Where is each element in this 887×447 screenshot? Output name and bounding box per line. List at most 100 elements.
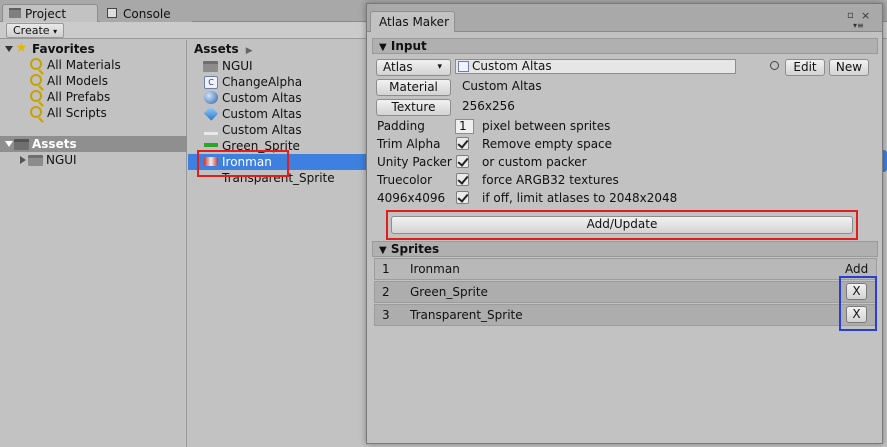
favorite-item-label: All Materials: [47, 58, 121, 72]
tab-console-label: Console: [123, 7, 171, 21]
padding-label: Padding: [377, 119, 425, 133]
chevron-down-icon: ▾: [53, 27, 58, 36]
sprite-row: 2 Green_Sprite X: [374, 281, 877, 303]
padding-desc: pixel between sprites: [482, 119, 611, 133]
folder-icon: [28, 155, 43, 166]
material-button[interactable]: Material: [376, 79, 451, 96]
sprite-index: 1: [382, 262, 390, 276]
folder-tree-item[interactable]: NGUI: [0, 152, 187, 168]
texture-value: 256x256: [462, 99, 515, 113]
atlas-asset-icon: [458, 61, 469, 72]
atlas-dropdown[interactable]: Atlas ▾: [376, 59, 451, 76]
collapse-arrow-icon: ▼: [379, 42, 387, 53]
favorite-item[interactable]: All Materials: [0, 57, 187, 73]
sprite-name: Transparent_Sprite: [410, 308, 523, 322]
atlas-maker-title: Atlas Maker: [379, 15, 450, 29]
size-4096-label: 4096x4096: [377, 191, 446, 205]
material-icon: [204, 91, 218, 104]
create-dropdown[interactable]: Create ▾: [6, 23, 65, 38]
create-label: Create: [13, 24, 50, 37]
sprite-index: 3: [382, 308, 390, 322]
highlight-box: [839, 276, 877, 331]
console-icon: [107, 8, 117, 18]
asset-item-label: NGUI: [222, 59, 253, 73]
breadcrumb[interactable]: Assets ▶: [194, 41, 253, 57]
folder-tree: ★ Favorites All Materials All Models All…: [0, 40, 187, 447]
trim-alpha-desc: Remove empty space: [482, 137, 613, 151]
favorite-item[interactable]: All Scripts: [0, 105, 187, 121]
trim-alpha-label: Trim Alpha: [377, 137, 441, 151]
atlas-object-field[interactable]: Custom Altas: [455, 59, 736, 74]
search-icon: [30, 106, 42, 118]
folder-tree-item-label: NGUI: [46, 153, 77, 167]
search-icon: [30, 58, 42, 70]
tab-project-label: Project: [25, 7, 67, 21]
input-section-label: Input: [390, 39, 427, 53]
sprites-section-header[interactable]: ▼ Sprites: [372, 241, 878, 257]
favorite-item[interactable]: All Prefabs: [0, 89, 187, 105]
folder-icon: [203, 61, 218, 72]
collapse-arrow-icon: ▼: [379, 245, 387, 256]
sprite-name: Green_Sprite: [410, 285, 488, 299]
sprite-row: 3 Transparent_Sprite X: [374, 304, 877, 326]
padding-value: 1: [459, 119, 467, 133]
unity-packer-desc: or custom packer: [482, 155, 587, 169]
favorite-item-label: All Prefabs: [47, 90, 111, 104]
sprite-row: 1 Ironman Add: [374, 258, 877, 280]
tab-atlas-maker[interactable]: Atlas Maker: [370, 11, 455, 32]
folder-icon: [9, 8, 21, 18]
new-button-label: New: [835, 60, 863, 74]
unity-packer-label: Unity Packer: [377, 155, 452, 169]
highlight-box: [197, 150, 289, 177]
new-button[interactable]: New: [829, 59, 869, 76]
material-button-label: Material: [389, 80, 438, 94]
object-picker-icon[interactable]: [770, 61, 779, 70]
unity-packer-checkbox[interactable]: [456, 155, 469, 168]
material-value: Custom Altas: [462, 79, 542, 93]
size-4096-desc: if off, limit atlases to 2048x2048: [482, 191, 678, 205]
favorites-header[interactable]: ★ Favorites: [0, 40, 187, 57]
highlight-box: [386, 210, 858, 240]
expand-arrow-icon[interactable]: [5, 141, 13, 147]
menu-icon[interactable]: ▾≡: [853, 21, 864, 30]
search-icon: [30, 90, 42, 102]
collapse-arrow-icon[interactable]: [20, 156, 26, 164]
chevron-down-icon: ▾: [437, 62, 442, 72]
truecolor-label: Truecolor: [377, 173, 433, 187]
breadcrumb-label: Assets: [194, 42, 239, 56]
asset-item-label: Custom Altas: [222, 107, 302, 121]
truecolor-checkbox[interactable]: [456, 173, 469, 186]
asset-item-label: Custom Altas: [222, 91, 302, 105]
tab-project[interactable]: Project: [2, 4, 98, 22]
trim-alpha-checkbox[interactable]: [456, 137, 469, 150]
texture-button[interactable]: Texture: [376, 99, 451, 116]
sprite-name: Ironman: [410, 262, 460, 276]
edit-button-label: Edit: [793, 60, 817, 74]
maximize-icon[interactable]: ▫: [847, 10, 854, 21]
favorite-item[interactable]: All Models: [0, 73, 187, 89]
truecolor-desc: force ARGB32 textures: [482, 173, 619, 187]
input-section-header[interactable]: ▼ Input: [372, 38, 878, 54]
expand-arrow-icon[interactable]: [5, 46, 13, 52]
sprites-section-label: Sprites: [390, 242, 440, 256]
edit-button[interactable]: Edit: [785, 59, 825, 76]
atlas-dropdown-label: Atlas: [383, 60, 413, 74]
script-icon: C: [204, 76, 218, 89]
sprite-index: 2: [382, 285, 390, 299]
texture-icon: [204, 143, 218, 147]
padding-input[interactable]: 1: [455, 119, 474, 134]
favorites-label: Favorites: [32, 42, 95, 56]
favorite-item-label: All Scripts: [47, 106, 107, 120]
texture-button-label: Texture: [391, 100, 436, 114]
assets-root[interactable]: Assets: [0, 136, 187, 152]
atlas-maker-window: Atlas Maker ▫ × ▾≡ ▼ Input Atlas ▾ Custo…: [366, 3, 883, 444]
asset-item-label: ChangeAlpha: [222, 75, 303, 89]
texture-icon: [204, 132, 218, 135]
size-4096-checkbox[interactable]: [456, 191, 469, 204]
tab-console[interactable]: Console: [100, 4, 192, 22]
chevron-right-icon: ▶: [245, 46, 253, 56]
favorite-item-label: All Models: [47, 74, 108, 88]
folder-icon: [14, 139, 29, 150]
assets-root-label: Assets: [32, 137, 77, 151]
search-icon: [30, 74, 42, 86]
